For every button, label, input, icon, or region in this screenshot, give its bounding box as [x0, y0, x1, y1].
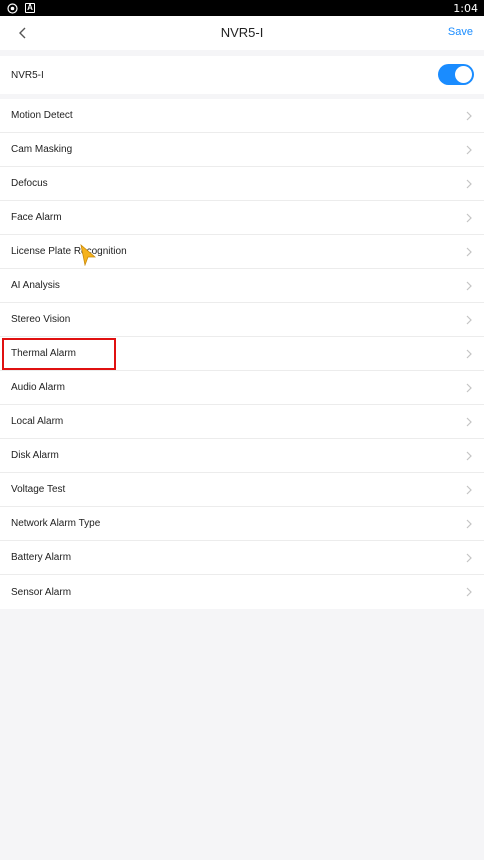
status-bar: A 1:04: [0, 0, 484, 16]
menu-item-label: Motion Detect: [11, 110, 73, 121]
chevron-right-icon: [466, 281, 472, 291]
menu-item-label: Local Alarm: [11, 416, 64, 427]
chevron-right-icon: [466, 553, 472, 563]
menu-item[interactable]: Voltage Test: [0, 473, 484, 507]
a-badge-icon: A: [25, 3, 35, 13]
menu-item-label: Stereo Vision: [11, 314, 71, 325]
menu-item-label: Battery Alarm: [11, 552, 72, 563]
menu-item[interactable]: Battery Alarm: [0, 541, 484, 575]
menu-item[interactable]: Audio Alarm: [0, 371, 484, 405]
menu-item-label: AI Analysis: [11, 280, 60, 291]
chevron-right-icon: [466, 417, 472, 427]
menu-item[interactable]: License Plate Recognition: [0, 235, 484, 269]
mouse-cursor-icon: [80, 244, 96, 266]
chevron-right-icon: [466, 145, 472, 155]
menu-item-label: Sensor Alarm: [11, 586, 72, 598]
chevron-right-icon: [466, 519, 472, 529]
menu-item[interactable]: Defocus: [0, 167, 484, 201]
menu-item[interactable]: AI Analysis: [0, 269, 484, 303]
device-enable-toggle[interactable]: [438, 64, 474, 85]
chevron-right-icon: [466, 247, 472, 257]
menu-item[interactable]: Network Alarm Type: [0, 507, 484, 541]
chevron-right-icon: [466, 213, 472, 223]
status-icons: A: [7, 2, 35, 14]
chevron-right-icon: [466, 587, 472, 597]
menu-item[interactable]: Local Alarm: [0, 405, 484, 439]
menu-item-label: Network Alarm Type: [11, 518, 101, 529]
chevron-right-icon: [466, 383, 472, 393]
menu-item[interactable]: Cam Masking: [0, 133, 484, 167]
menu-item-label: Audio Alarm: [11, 382, 65, 393]
menu-item-label: Face Alarm: [11, 212, 62, 223]
page-title: NVR5-I: [220, 25, 264, 40]
menu-item[interactable]: Sensor Alarm: [0, 575, 484, 609]
menu-item[interactable]: Stereo Vision: [0, 303, 484, 337]
save-button[interactable]: Save: [448, 26, 473, 38]
device-name-label: NVR5-I: [11, 69, 44, 81]
menu-item-label: License Plate Recognition: [11, 246, 127, 257]
chevron-right-icon: [466, 349, 472, 359]
menu-item-label: Defocus: [11, 178, 48, 189]
chevron-right-icon: [466, 315, 472, 325]
device-enable-row: NVR5-I: [0, 56, 484, 94]
chevron-right-icon: [466, 111, 472, 121]
top-bar: NVR5-I Save: [0, 16, 484, 50]
menu-item-label: Voltage Test: [11, 484, 66, 495]
chevron-right-icon: [466, 485, 472, 495]
menu-item-label: Disk Alarm: [11, 450, 59, 461]
highlight-box: [2, 338, 116, 370]
target-icon: [7, 2, 18, 14]
toggle-knob: [455, 66, 472, 83]
menu-item-label: Cam Masking: [11, 144, 73, 155]
menu-item[interactable]: Disk Alarm: [0, 439, 484, 473]
menu-item[interactable]: Motion Detect: [0, 99, 484, 133]
menu-item[interactable]: Face Alarm: [0, 201, 484, 235]
chevron-right-icon: [466, 451, 472, 461]
status-time: 1:04: [453, 1, 478, 15]
chevron-right-icon: [466, 179, 472, 189]
